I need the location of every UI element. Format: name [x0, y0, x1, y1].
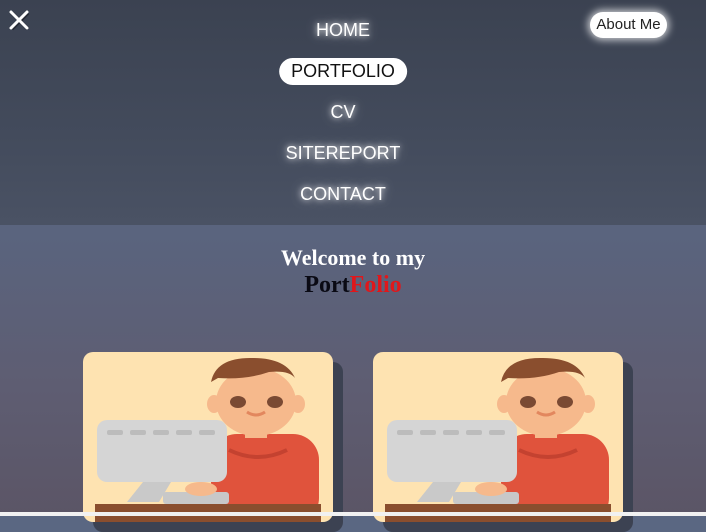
brand-title-port: Port [304, 272, 350, 298]
nav-item-home[interactable]: HOME [316, 20, 370, 41]
portfolio-card-1 [83, 352, 343, 532]
close-menu-button[interactable] [7, 8, 31, 32]
portfolio-card-2-link[interactable] [373, 352, 623, 522]
brand-title-folio: Folio [349, 272, 402, 298]
page-bottom-edge [0, 512, 706, 516]
nav-item-cv[interactable]: CV [330, 102, 355, 123]
portfolio-card-2 [373, 352, 633, 532]
close-x-icon [9, 10, 30, 31]
top-navigation-panel: HOME PORTFOLIO CV SITEREPORT CONTACT Abo… [0, 0, 706, 225]
nav-item-portfolio[interactable]: PORTFOLIO [279, 58, 407, 85]
brand-title: PortFolio [0, 272, 706, 299]
person-at-computer-icon [385, 357, 611, 522]
person-at-computer-icon [95, 357, 321, 522]
portfolio-card-1-link[interactable] [83, 352, 333, 522]
nav-item-sitereport[interactable]: SITEREPORT [286, 143, 401, 164]
nav-item-contact[interactable]: CONTACT [300, 184, 386, 205]
welcome-heading: Welcome to my [280, 245, 426, 270]
about-me-button[interactable]: About Me [590, 12, 667, 38]
